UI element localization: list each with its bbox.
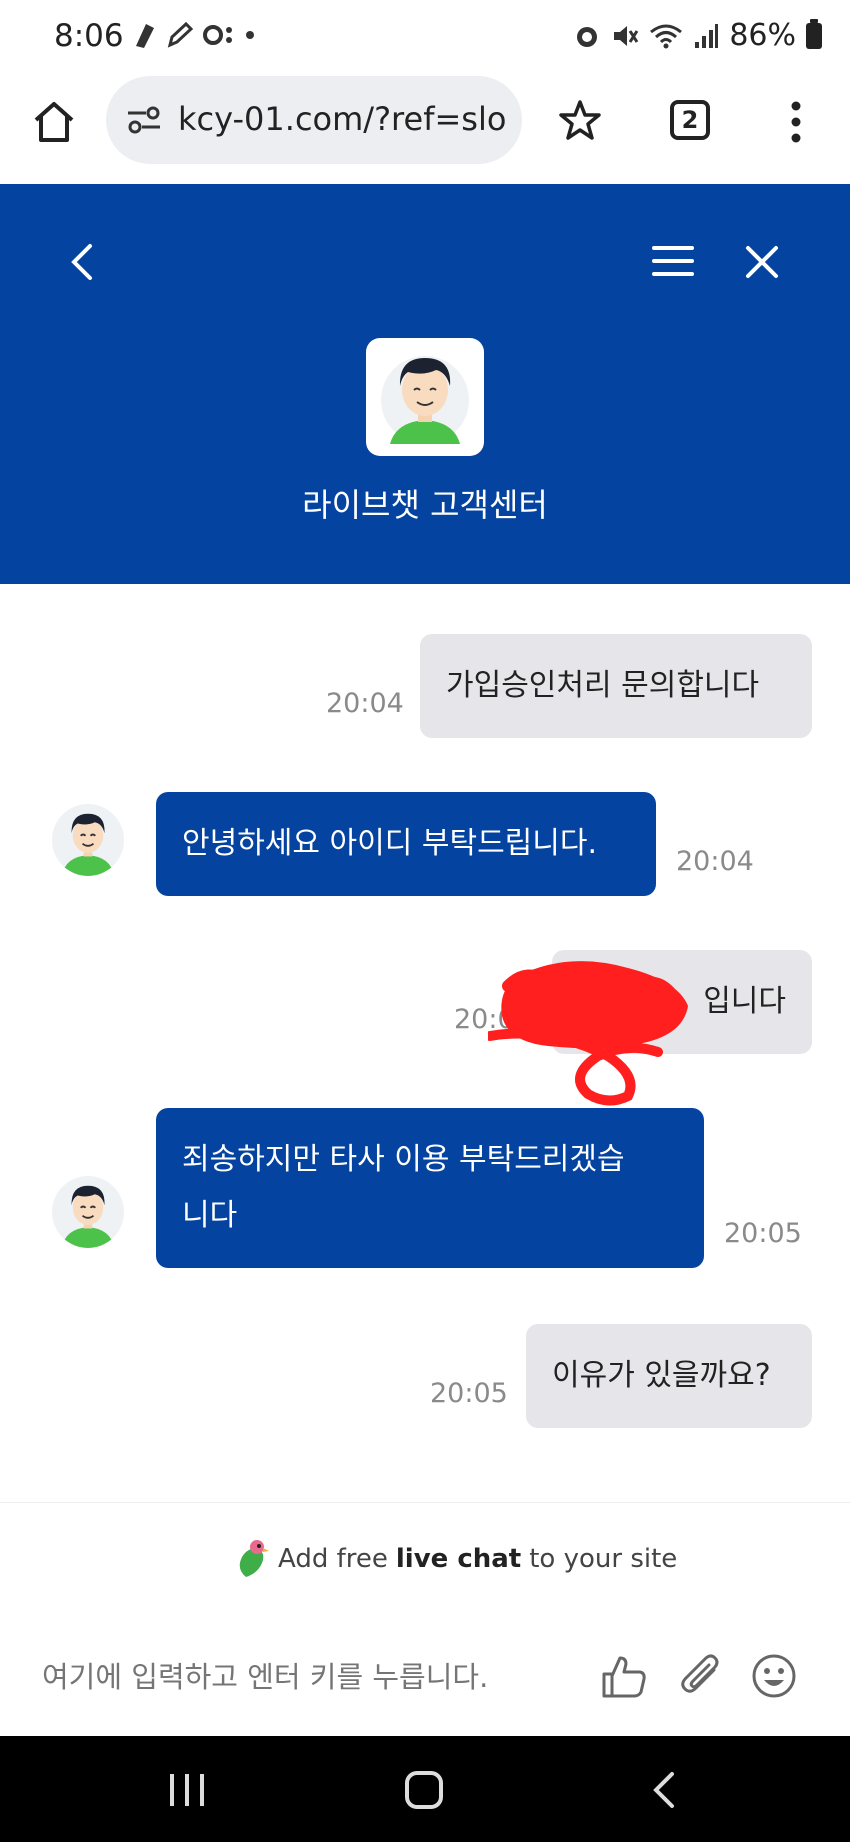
notification-icons (132, 20, 256, 50)
app-icon (203, 25, 232, 45)
agent-message: 안녕하세요 아이디 부탁드립니다. (156, 792, 656, 896)
system-navigation-bar (0, 1736, 850, 1842)
user-message: 이유가 있을까요? (526, 1324, 812, 1428)
more-icon[interactable] (788, 100, 804, 144)
message-text: 안녕하세요 아이디 부탁드립니다. (182, 826, 598, 861)
close-icon[interactable] (744, 240, 780, 284)
recent-apps-icon[interactable] (168, 1772, 206, 1808)
powered-by-link[interactable]: Add free live chat to your site (232, 1539, 677, 1579)
nav-home-icon[interactable] (404, 1770, 444, 1810)
battery-icon (806, 18, 822, 49)
status-time: 8:06 (54, 18, 124, 54)
message-text-line: 니다 (182, 1198, 238, 1233)
pencil-icon (167, 21, 194, 48)
powered-by-banner: Add free live chat to your site (0, 1502, 850, 1612)
message-text: 가입승인처리 문의합니다 (446, 668, 760, 703)
alarm-icon (577, 26, 598, 47)
agent-avatar-small (52, 1176, 124, 1248)
agent-avatar-small (52, 804, 124, 876)
browser-toolbar: kcy-01.com/?ref=slo 2 (0, 76, 850, 184)
message-text: 이유가 있을까요? (552, 1358, 771, 1393)
redaction-scribble (488, 961, 688, 1106)
message-list: 20:04 가입승인처리 문의합니다 안녕하세요 아이디 부탁드립니다. 20:… (0, 584, 850, 1500)
thumbs-up-icon[interactable] (600, 1652, 648, 1700)
message-composer (0, 1612, 850, 1736)
battery-level: 86% (729, 18, 796, 53)
message-time: 20:05 (724, 1218, 802, 1249)
signal-icon (695, 23, 719, 48)
message-time: 20:04 (676, 846, 754, 877)
chat-title: 라이브챗 고객센터 (302, 486, 548, 524)
agent-avatar (366, 338, 484, 456)
site-settings-icon[interactable] (126, 102, 162, 138)
agent-face-icon (61, 1185, 115, 1248)
url-text[interactable]: kcy-01.com/?ref=slo (178, 100, 508, 138)
agent-message: 죄송하지만 타사 이용 부탁드리겠습 니다 (156, 1108, 704, 1268)
powered-text-pre: Add free (278, 1544, 388, 1574)
agent-face-icon (381, 356, 469, 444)
agent-face-icon (61, 813, 115, 876)
tabs-icon[interactable]: 2 (670, 100, 710, 140)
powered-text-bold: live chat (395, 1544, 522, 1574)
parrot-logo-icon (239, 1540, 269, 1577)
message-time: 20:05 (430, 1378, 508, 1409)
home-icon[interactable] (30, 98, 78, 146)
user-message: 가입승인처리 문의합니다 (420, 634, 812, 738)
powered-text-post: to your site (529, 1544, 678, 1574)
hamburger-icon[interactable] (652, 244, 694, 278)
nav-back-icon[interactable] (650, 1770, 676, 1810)
wifi-icon (650, 24, 683, 48)
system-status: 86% (573, 18, 822, 53)
message-time: 20:04 (326, 688, 404, 719)
message-text-line: 죄송하지만 타사 이용 부탁드리겠습 (182, 1142, 625, 1177)
back-icon[interactable] (66, 240, 98, 284)
address-bar[interactable]: kcy-01.com/?ref=slo (106, 76, 522, 164)
notification-app-icon (136, 24, 154, 48)
paperclip-icon[interactable] (678, 1652, 724, 1700)
chat-header: 라이브챗 고객센터 (0, 184, 850, 584)
status-bar: 8:06 86% (0, 0, 850, 76)
emoji-icon[interactable] (750, 1652, 798, 1700)
mute-icon (614, 25, 639, 46)
message-text: 입니다 (703, 984, 786, 1019)
star-icon[interactable] (558, 98, 602, 142)
message-input[interactable] (42, 1660, 562, 1694)
dot-icon (246, 31, 254, 39)
